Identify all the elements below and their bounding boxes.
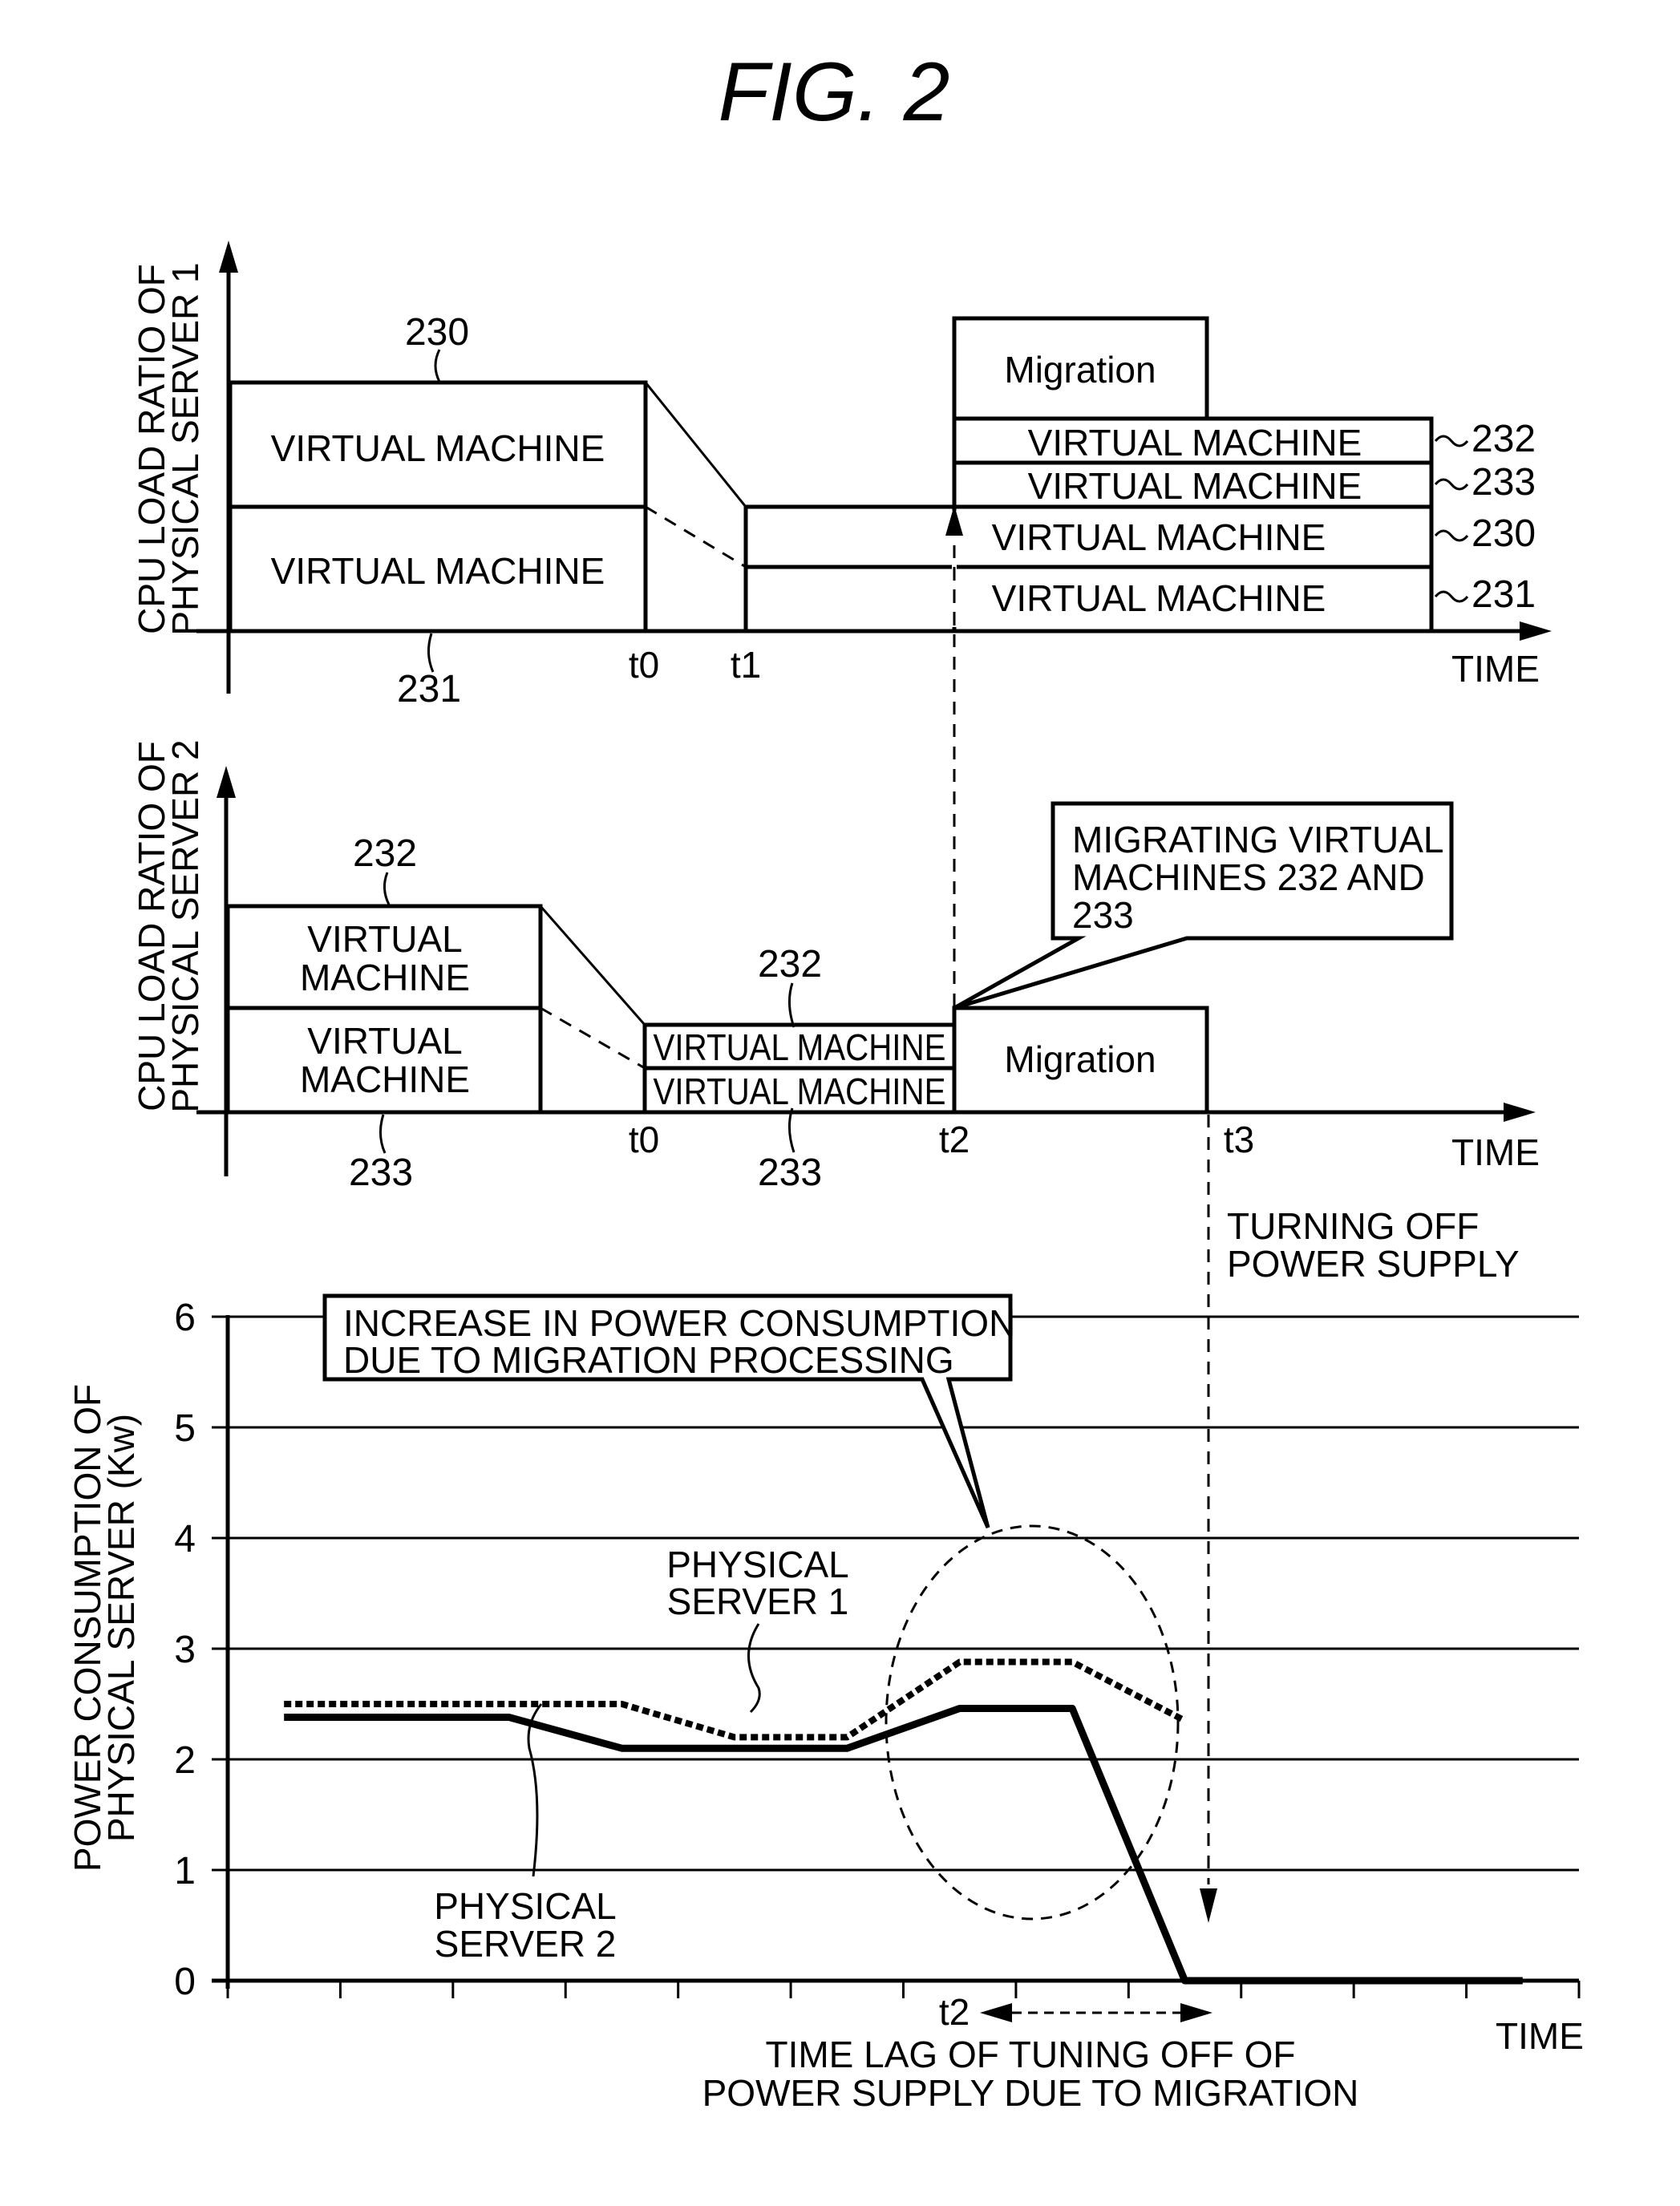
panel2-tick-t0: t0 bbox=[629, 1119, 659, 1160]
panel1-ref-232: 232 bbox=[1472, 418, 1536, 460]
panel1-tick-t0: t0 bbox=[629, 644, 659, 686]
panel1-vm-231-label: VIRTUAL MACHINE bbox=[271, 550, 605, 592]
panel1-transition-line bbox=[644, 382, 747, 508]
panel2-vm-232-label-line2: MACHINE bbox=[300, 957, 470, 998]
power-ylabel-line2: PHYSICAL SERVER (Kw) bbox=[100, 1414, 142, 1842]
panel2-ref-232-mid-leader bbox=[788, 982, 795, 1028]
panel2-transition-line bbox=[539, 905, 646, 1026]
panel2-ref-233-left: 233 bbox=[349, 1152, 413, 1194]
panel1-ref-231-leader bbox=[427, 633, 435, 673]
panel2-ref-233-mid: 233 bbox=[758, 1152, 822, 1194]
panel2-migration-label: Migration bbox=[1004, 1038, 1156, 1080]
power-callout-line1: INCREASE IN POWER CONSUMPTION bbox=[343, 1302, 1015, 1344]
panel1-vm-232-label: VIRTUAL MACHINE bbox=[1028, 422, 1362, 463]
series-line-1 bbox=[284, 1658, 1187, 1741]
power-consumption-chart: POWER CONSUMPTION OF PHYSICAL SERVER (Kw… bbox=[67, 1293, 1584, 2114]
panel2-tick-t3: t3 bbox=[1224, 1119, 1254, 1160]
y-tick-label-3: 3 bbox=[174, 1629, 196, 1671]
series2-label-leader bbox=[527, 1703, 543, 1877]
y-tick-labels: 0 1 2 3 4 5 6 bbox=[174, 1297, 196, 2003]
panel1-right-refs: 232 233 230 231 bbox=[1434, 418, 1536, 616]
time-lag-line2: POWER SUPPLY DUE TO MIGRATION bbox=[702, 2072, 1359, 2114]
callout-line3: 233 bbox=[1072, 894, 1134, 936]
y-tick-label-4: 4 bbox=[174, 1518, 196, 1560]
panel1-ylabel-line2: PHYSICAL SERVER 1 bbox=[164, 262, 206, 635]
tilde-icon bbox=[1434, 529, 1469, 542]
panel1-transition-dashed bbox=[645, 505, 747, 569]
panel2-ref-232-left-leader bbox=[383, 872, 391, 905]
panel2-ref-232-left: 232 bbox=[353, 832, 417, 875]
figure-title: FIG. 2 bbox=[719, 46, 950, 139]
panel1-ref-231: 231 bbox=[1472, 573, 1536, 616]
tilde-icon bbox=[1434, 590, 1469, 603]
callout-line2: MACHINES 232 AND bbox=[1072, 856, 1425, 898]
panel2-ref-232-mid: 232 bbox=[758, 943, 822, 986]
panel2-vm-233-mid-label: VIRTUAL MACHINE bbox=[654, 1071, 946, 1112]
y-tick-label-2: 2 bbox=[174, 1739, 196, 1782]
panel2-migration-callout: MIGRATING VIRTUAL MACHINES 232 AND 233 bbox=[953, 801, 1454, 1010]
time-lag-line1: TIME LAG OF TUNING OFF OF bbox=[765, 2034, 1295, 2075]
time-lag-left-arrow-icon bbox=[980, 2003, 1012, 2022]
tilde-icon bbox=[1434, 478, 1469, 491]
panel2-vm-233-label-line1: VIRTUAL bbox=[307, 1020, 462, 1062]
panel1-vm-231-right-label: VIRTUAL MACHINE bbox=[992, 577, 1326, 619]
power-callout: INCREASE IN POWER CONSUMPTION DUE TO MIG… bbox=[322, 1293, 1015, 1529]
panel-physical-server-2: CPU LOAD RATIO OF PHYSICAL SERVER 2 VIRT… bbox=[131, 739, 1540, 1285]
panel1-tick-t1: t1 bbox=[731, 644, 761, 686]
panel-physical-server-1: CPU LOAD RATIO OF PHYSICAL SERVER 1 VIRT… bbox=[131, 241, 1552, 710]
series2-label-line2: SERVER 2 bbox=[435, 1923, 617, 1965]
panel2-ylabel-line2: PHYSICAL SERVER 2 bbox=[164, 739, 206, 1112]
series1-label-line2: SERVER 1 bbox=[667, 1581, 849, 1622]
series2-label-line1: PHYSICAL bbox=[434, 1885, 617, 1927]
panel2-transition-dashed bbox=[540, 1006, 646, 1070]
panel1-migration-label: Migration bbox=[1004, 349, 1156, 391]
series1-label-leader bbox=[747, 1623, 761, 1714]
panel1-ref-230-top: 230 bbox=[405, 311, 469, 354]
y-tick-label-5: 5 bbox=[174, 1407, 196, 1450]
y-tick-label-1: 1 bbox=[174, 1850, 196, 1892]
panel2-ref-233-left-leader bbox=[379, 1114, 387, 1154]
panel2-xlabel: TIME bbox=[1451, 1131, 1540, 1173]
panel2-y-arrow-icon bbox=[217, 766, 236, 798]
y-tick-label-6: 6 bbox=[174, 1297, 196, 1339]
panel1-ref-233: 233 bbox=[1472, 461, 1536, 504]
panel2-vm-233-label-line2: MACHINE bbox=[300, 1058, 470, 1100]
panel1-xlabel: TIME bbox=[1451, 648, 1540, 690]
power-off-arrow-down-icon bbox=[1200, 1888, 1217, 1923]
panel1-vm-230-label: VIRTUAL MACHINE bbox=[271, 427, 605, 469]
panel1-vm-230-right-label: VIRTUAL MACHINE bbox=[992, 516, 1326, 558]
panel1-ref-230-leader bbox=[434, 349, 441, 383]
panel1-vm-230-mid-block bbox=[743, 504, 957, 569]
y-tick-label-0: 0 bbox=[174, 1961, 196, 2003]
panel1-x-arrow-icon bbox=[1520, 621, 1552, 641]
panel2-vm-232-mid-label: VIRTUAL MACHINE bbox=[654, 1026, 946, 1068]
panel2-tick-t2: t2 bbox=[939, 1119, 970, 1160]
panel1-y-arrow-icon bbox=[219, 241, 238, 273]
series1-label-line1: PHYSICAL bbox=[666, 1544, 849, 1585]
grid-layer bbox=[212, 1315, 1579, 1983]
power-callout-line2: DUE TO MIGRATION PROCESSING bbox=[343, 1339, 954, 1381]
power-xlabel: TIME bbox=[1496, 2015, 1584, 2057]
panel2-ref-233-mid-leader bbox=[788, 1107, 795, 1153]
panel2-vm-232-label-line1: VIRTUAL bbox=[307, 918, 462, 960]
tilde-icon bbox=[1434, 435, 1469, 447]
panel1-vm-231-mid-block bbox=[743, 565, 957, 633]
callout-line1: MIGRATING VIRTUAL bbox=[1072, 819, 1443, 860]
power-t2-label: t2 bbox=[939, 1991, 970, 2033]
power-off-line1: TURNING OFF bbox=[1227, 1205, 1479, 1247]
panel2-x-arrow-icon bbox=[1504, 1103, 1536, 1122]
panel1-ref-230: 230 bbox=[1472, 512, 1536, 555]
figure-canvas: FIG. 2 CPU LOAD RATIO OF PHYSICAL SERVER… bbox=[67, 46, 1584, 2114]
time-lag-right-arrow-icon bbox=[1180, 2003, 1212, 2022]
power-off-line2: POWER SUPPLY bbox=[1227, 1243, 1520, 1285]
panel1-ref-231-bottom: 231 bbox=[397, 668, 461, 710]
panel1-vm-233-label: VIRTUAL MACHINE bbox=[1028, 465, 1362, 507]
